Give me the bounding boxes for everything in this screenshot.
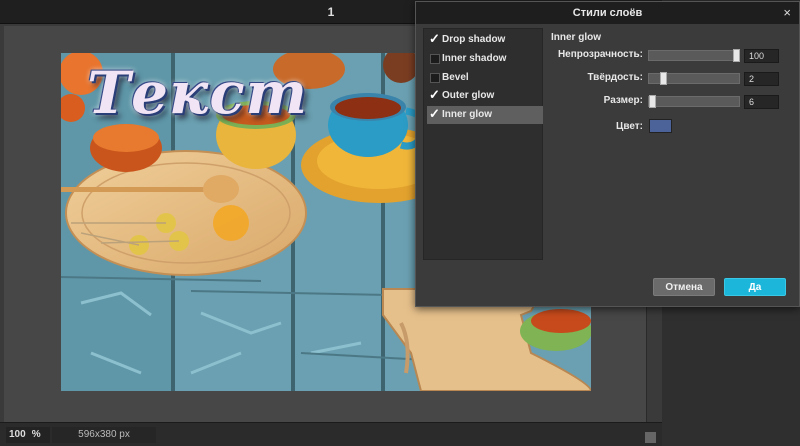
opacity-slider-thumb[interactable]	[733, 49, 740, 62]
zoom-field[interactable]: 100%	[6, 427, 50, 443]
photo-editor: 1 ×	[0, 0, 800, 446]
layer-styles-dialog: Стили слоёв × ✓ Drop shadow Inner shadow…	[415, 1, 800, 307]
checkbox[interactable]	[430, 54, 440, 64]
style-item-drop-shadow[interactable]: ✓ Drop shadow	[427, 31, 543, 49]
style-item-label: Inner shadow	[442, 53, 507, 64]
color-swatch[interactable]	[649, 119, 672, 133]
checkmark-icon[interactable]: ✓	[429, 88, 440, 101]
style-list: ✓ Drop shadow Inner shadow Bevel ✓ Outer…	[423, 28, 543, 260]
ok-button[interactable]: Да	[724, 278, 786, 296]
hardness-input[interactable]: 2	[744, 72, 779, 86]
panel-title: Inner glow	[551, 32, 601, 43]
opacity-input[interactable]: 100	[744, 49, 779, 63]
zoom-unit: %	[31, 429, 41, 440]
style-item-label: Bevel	[442, 72, 469, 83]
size-slider[interactable]	[648, 95, 740, 108]
dialog-titlebar[interactable]: Стили слоёв ×	[416, 2, 799, 24]
style-item-label: Drop shadow	[442, 34, 506, 45]
checkbox[interactable]	[430, 73, 440, 83]
style-item-bevel[interactable]: Bevel	[427, 69, 543, 87]
size-label: Размер:	[603, 95, 643, 106]
image-size-label: 596x380 px	[52, 427, 156, 443]
style-item-label: Outer glow	[442, 90, 495, 101]
photo-text-layer[interactable]: Текст	[87, 59, 308, 127]
hardness-label: Твёрдость:	[587, 72, 643, 83]
style-item-inner-glow[interactable]: ✓ Inner glow	[427, 106, 543, 124]
opacity-slider[interactable]	[648, 49, 740, 62]
statusbar: 100% 596x380 px	[0, 422, 662, 446]
size-input[interactable]: 6	[744, 95, 779, 109]
style-item-outer-glow[interactable]: ✓ Outer glow	[427, 87, 543, 105]
style-item-inner-shadow[interactable]: Inner shadow	[427, 50, 543, 68]
zoom-value: 100	[9, 429, 26, 440]
cancel-button[interactable]: Отмена	[653, 278, 715, 296]
opacity-label: Непрозрачность:	[557, 49, 643, 60]
color-label: Цвет:	[616, 121, 643, 132]
resize-grip-icon[interactable]	[645, 432, 656, 443]
checkmark-icon[interactable]: ✓	[429, 107, 440, 120]
size-slider-thumb[interactable]	[649, 95, 656, 108]
dialog-title: Стили слоёв	[572, 7, 643, 19]
style-item-label: Inner glow	[442, 109, 492, 120]
hardness-slider[interactable]	[648, 72, 740, 85]
close-icon[interactable]: ×	[783, 5, 791, 21]
checkmark-icon[interactable]: ✓	[429, 32, 440, 45]
hardness-slider-thumb[interactable]	[660, 72, 667, 85]
